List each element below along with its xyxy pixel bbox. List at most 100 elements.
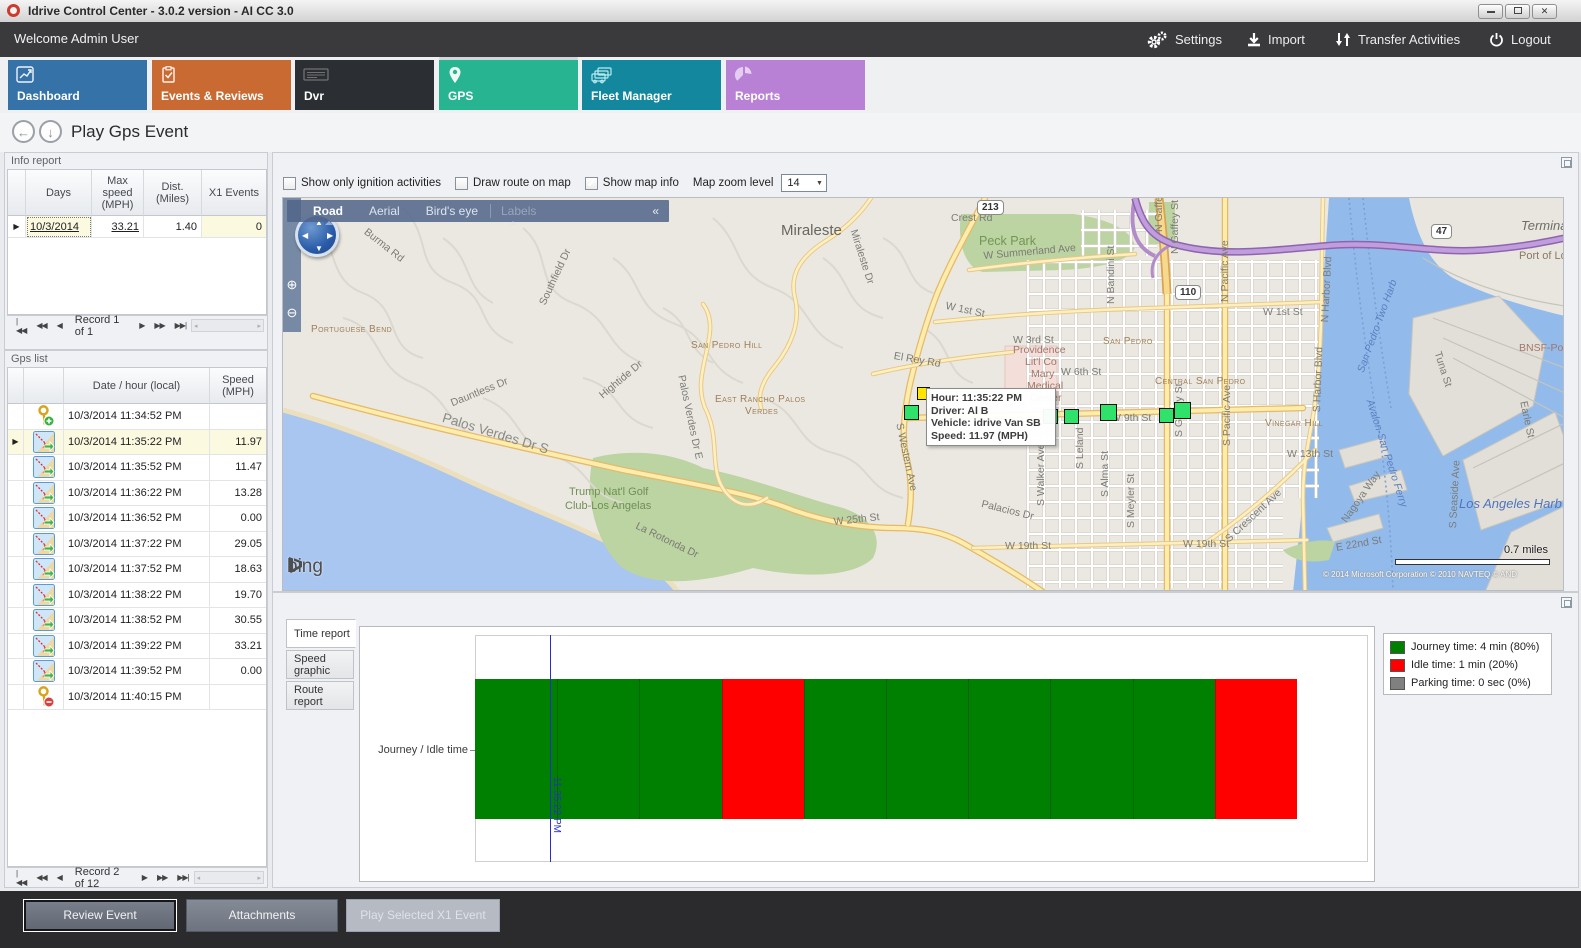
- last-record-button[interactable]: ▶▶|: [175, 321, 186, 330]
- settings-button[interactable]: Settings: [1146, 22, 1222, 57]
- map-info-tooltip: Hour: 11:35:22 PM Driver: Al B Vehicle: …: [926, 388, 1056, 446]
- back-button[interactable]: ←: [12, 120, 35, 143]
- zoom-in-button[interactable]: ⊕: [285, 278, 299, 292]
- pan-down-icon[interactable]: ▼: [315, 244, 323, 253]
- gps-list-row[interactable]: ▶10/3/2014 11:35:22 PM11.97: [8, 430, 266, 456]
- collapse-panel-button[interactable]: [1561, 157, 1572, 168]
- column-header[interactable]: Days: [26, 170, 92, 216]
- gps-marker[interactable]: [1159, 408, 1174, 423]
- import-button[interactable]: Import: [1247, 22, 1305, 57]
- map-style-road[interactable]: Road: [313, 204, 343, 218]
- next-page-button[interactable]: ▶▶: [154, 321, 164, 330]
- horizontal-scrollbar[interactable]: ◂▸: [194, 871, 264, 884]
- tab-speed-graphic[interactable]: Speed graphic: [286, 650, 354, 679]
- checkbox-icon: ✓: [283, 177, 296, 190]
- gps-speed-value: 33.21: [210, 634, 266, 660]
- map-style-aerial[interactable]: Aerial: [369, 204, 400, 218]
- gps-list-row[interactable]: 10/3/2014 11:36:22 PM13.28: [8, 481, 266, 507]
- next-record-button[interactable]: ▶: [139, 321, 144, 330]
- play-selected-x1-event-button[interactable]: Play Selected X1 Event: [346, 899, 500, 932]
- tab-gps[interactable]: GPS: [439, 60, 578, 110]
- checkbox-show-ignition[interactable]: ✓Show only ignition activities: [283, 177, 441, 190]
- highway-shield: 110: [1175, 285, 1201, 300]
- checkbox-draw-route[interactable]: ✓Draw route on map: [455, 177, 571, 190]
- close-button[interactable]: ✕: [1532, 4, 1557, 19]
- last-record-button[interactable]: ▶▶|: [177, 873, 188, 882]
- column-header[interactable]: Max speed (MPH): [92, 170, 144, 216]
- logout-button[interactable]: Logout: [1489, 22, 1551, 57]
- gps-marker[interactable]: [1064, 409, 1079, 424]
- gps-marker[interactable]: [904, 405, 919, 420]
- timeline-segment-journey: [639, 679, 721, 819]
- row-indicator: [8, 659, 24, 685]
- column-header[interactable]: Speed (MPH): [210, 368, 266, 404]
- attachments-button[interactable]: Attachments: [186, 899, 338, 932]
- first-record-button[interactable]: |◀◀: [16, 317, 26, 335]
- table-row[interactable]: ▶ 10/3/2014 33.21 1.40 0: [8, 216, 266, 238]
- timeline-segment-journey: [886, 679, 968, 819]
- next-page-button[interactable]: ▶▶: [157, 873, 167, 882]
- bing-map[interactable]: MiralesteMiraleste DrBurma RdSouthfield …: [282, 197, 1564, 591]
- highway-shield: 47: [1431, 224, 1452, 239]
- tab-dvr[interactable]: Dvr: [295, 60, 434, 110]
- tab-route-report[interactable]: Route report: [286, 681, 354, 710]
- gps-list-panel: Gps list Date / hour (local) Speed (MPH)…: [4, 350, 268, 888]
- gps-list-row[interactable]: 10/3/2014 11:36:52 PM0.00: [8, 506, 266, 532]
- prev-record-button[interactable]: ◀: [57, 873, 62, 882]
- checkbox-show-map-info[interactable]: ✓Show map info: [585, 177, 679, 190]
- map-style-labels[interactable]: Labels: [490, 204, 536, 218]
- gps-list-row[interactable]: 10/3/2014 11:35:52 PM11.47: [8, 455, 266, 481]
- column-header[interactable]: Dist. (Miles): [144, 170, 202, 216]
- gps-list-row[interactable]: 10/3/2014 11:34:52 PM: [8, 404, 266, 430]
- review-event-button[interactable]: Review Event: [23, 899, 177, 932]
- prev-page-button[interactable]: ◀◀: [36, 321, 46, 330]
- minimize-button[interactable]: [1478, 4, 1503, 19]
- gps-list-row[interactable]: 10/3/2014 11:40:15 PM: [8, 685, 266, 711]
- first-record-button[interactable]: |◀◀: [16, 869, 26, 887]
- days-link[interactable]: 10/3/2014: [26, 216, 92, 238]
- horizontal-scrollbar[interactable]: ◂▸: [191, 319, 264, 332]
- transfer-activities-button[interactable]: Transfer Activities: [1335, 22, 1460, 57]
- tab-time-report[interactable]: Time report: [286, 619, 356, 648]
- gps-list-row[interactable]: 10/3/2014 11:38:52 PM30.55: [8, 608, 266, 634]
- timeline-segment-journey: [968, 679, 1050, 819]
- column-header[interactable]: Date / hour (local): [64, 368, 210, 404]
- map-zoom-select[interactable]: 14▼: [781, 174, 827, 192]
- gps-list-row[interactable]: 10/3/2014 11:39:52 PM0.00: [8, 659, 266, 685]
- legend-swatch-journey: [1390, 641, 1405, 654]
- tab-dashboard[interactable]: Dashboard: [8, 60, 147, 110]
- pie-chart-icon: [734, 66, 754, 84]
- tab-fleet-manager[interactable]: Fleet Manager: [582, 60, 721, 110]
- gps-list-row[interactable]: 10/3/2014 11:37:22 PM29.05: [8, 532, 266, 558]
- zoom-out-button[interactable]: ⊖: [285, 306, 299, 320]
- map-scale-label: 0.7 miles: [1395, 544, 1548, 556]
- collapse-panel-button[interactable]: [1561, 597, 1572, 608]
- down-button[interactable]: ↓: [39, 120, 62, 143]
- tooltip-vehicle: Vehicle: idrive Van SB: [931, 417, 1051, 430]
- column-header[interactable]: X1 Events: [202, 170, 266, 216]
- collapse-toolbar-button[interactable]: «: [652, 204, 659, 218]
- gps-point-icon: [24, 557, 64, 583]
- info-report-table: Days Max speed (MPH) Dist. (Miles) X1 Ev…: [7, 169, 267, 315]
- gps-marker[interactable]: [1174, 402, 1191, 419]
- timeline-segment-journey: [557, 679, 639, 819]
- prev-page-button[interactable]: ◀◀: [36, 873, 46, 882]
- row-indicator: [8, 532, 24, 558]
- maximize-button[interactable]: [1505, 4, 1530, 19]
- pan-left-icon[interactable]: ◀: [302, 231, 308, 240]
- next-record-button[interactable]: ▶: [142, 873, 147, 882]
- gps-date-value: 10/3/2014 11:36:52 PM: [64, 506, 210, 532]
- gps-list-row[interactable]: 10/3/2014 11:39:22 PM33.21: [8, 634, 266, 660]
- pan-right-icon[interactable]: ▶: [327, 231, 333, 240]
- max-speed-value[interactable]: 33.21: [92, 216, 144, 238]
- record-navigator: |◀◀ ◀◀ ◀ Record 2 of 12 ▶ ▶▶ ▶▶| ◂▸: [7, 867, 267, 887]
- timeline-segment-idle: [1215, 679, 1297, 819]
- gps-list-row[interactable]: 10/3/2014 11:38:22 PM19.70: [8, 583, 266, 609]
- application-window: Idrive Control Center - 3.0.2 version - …: [0, 0, 1581, 948]
- tab-reports[interactable]: Reports: [726, 60, 865, 110]
- gps-list-row[interactable]: 10/3/2014 11:37:52 PM18.63: [8, 557, 266, 583]
- prev-record-button[interactable]: ◀: [57, 321, 62, 330]
- map-style-birdseye[interactable]: Bird's eye: [426, 204, 478, 218]
- gps-marker[interactable]: [1100, 404, 1117, 421]
- tab-events-reviews[interactable]: Events & Reviews: [152, 60, 291, 110]
